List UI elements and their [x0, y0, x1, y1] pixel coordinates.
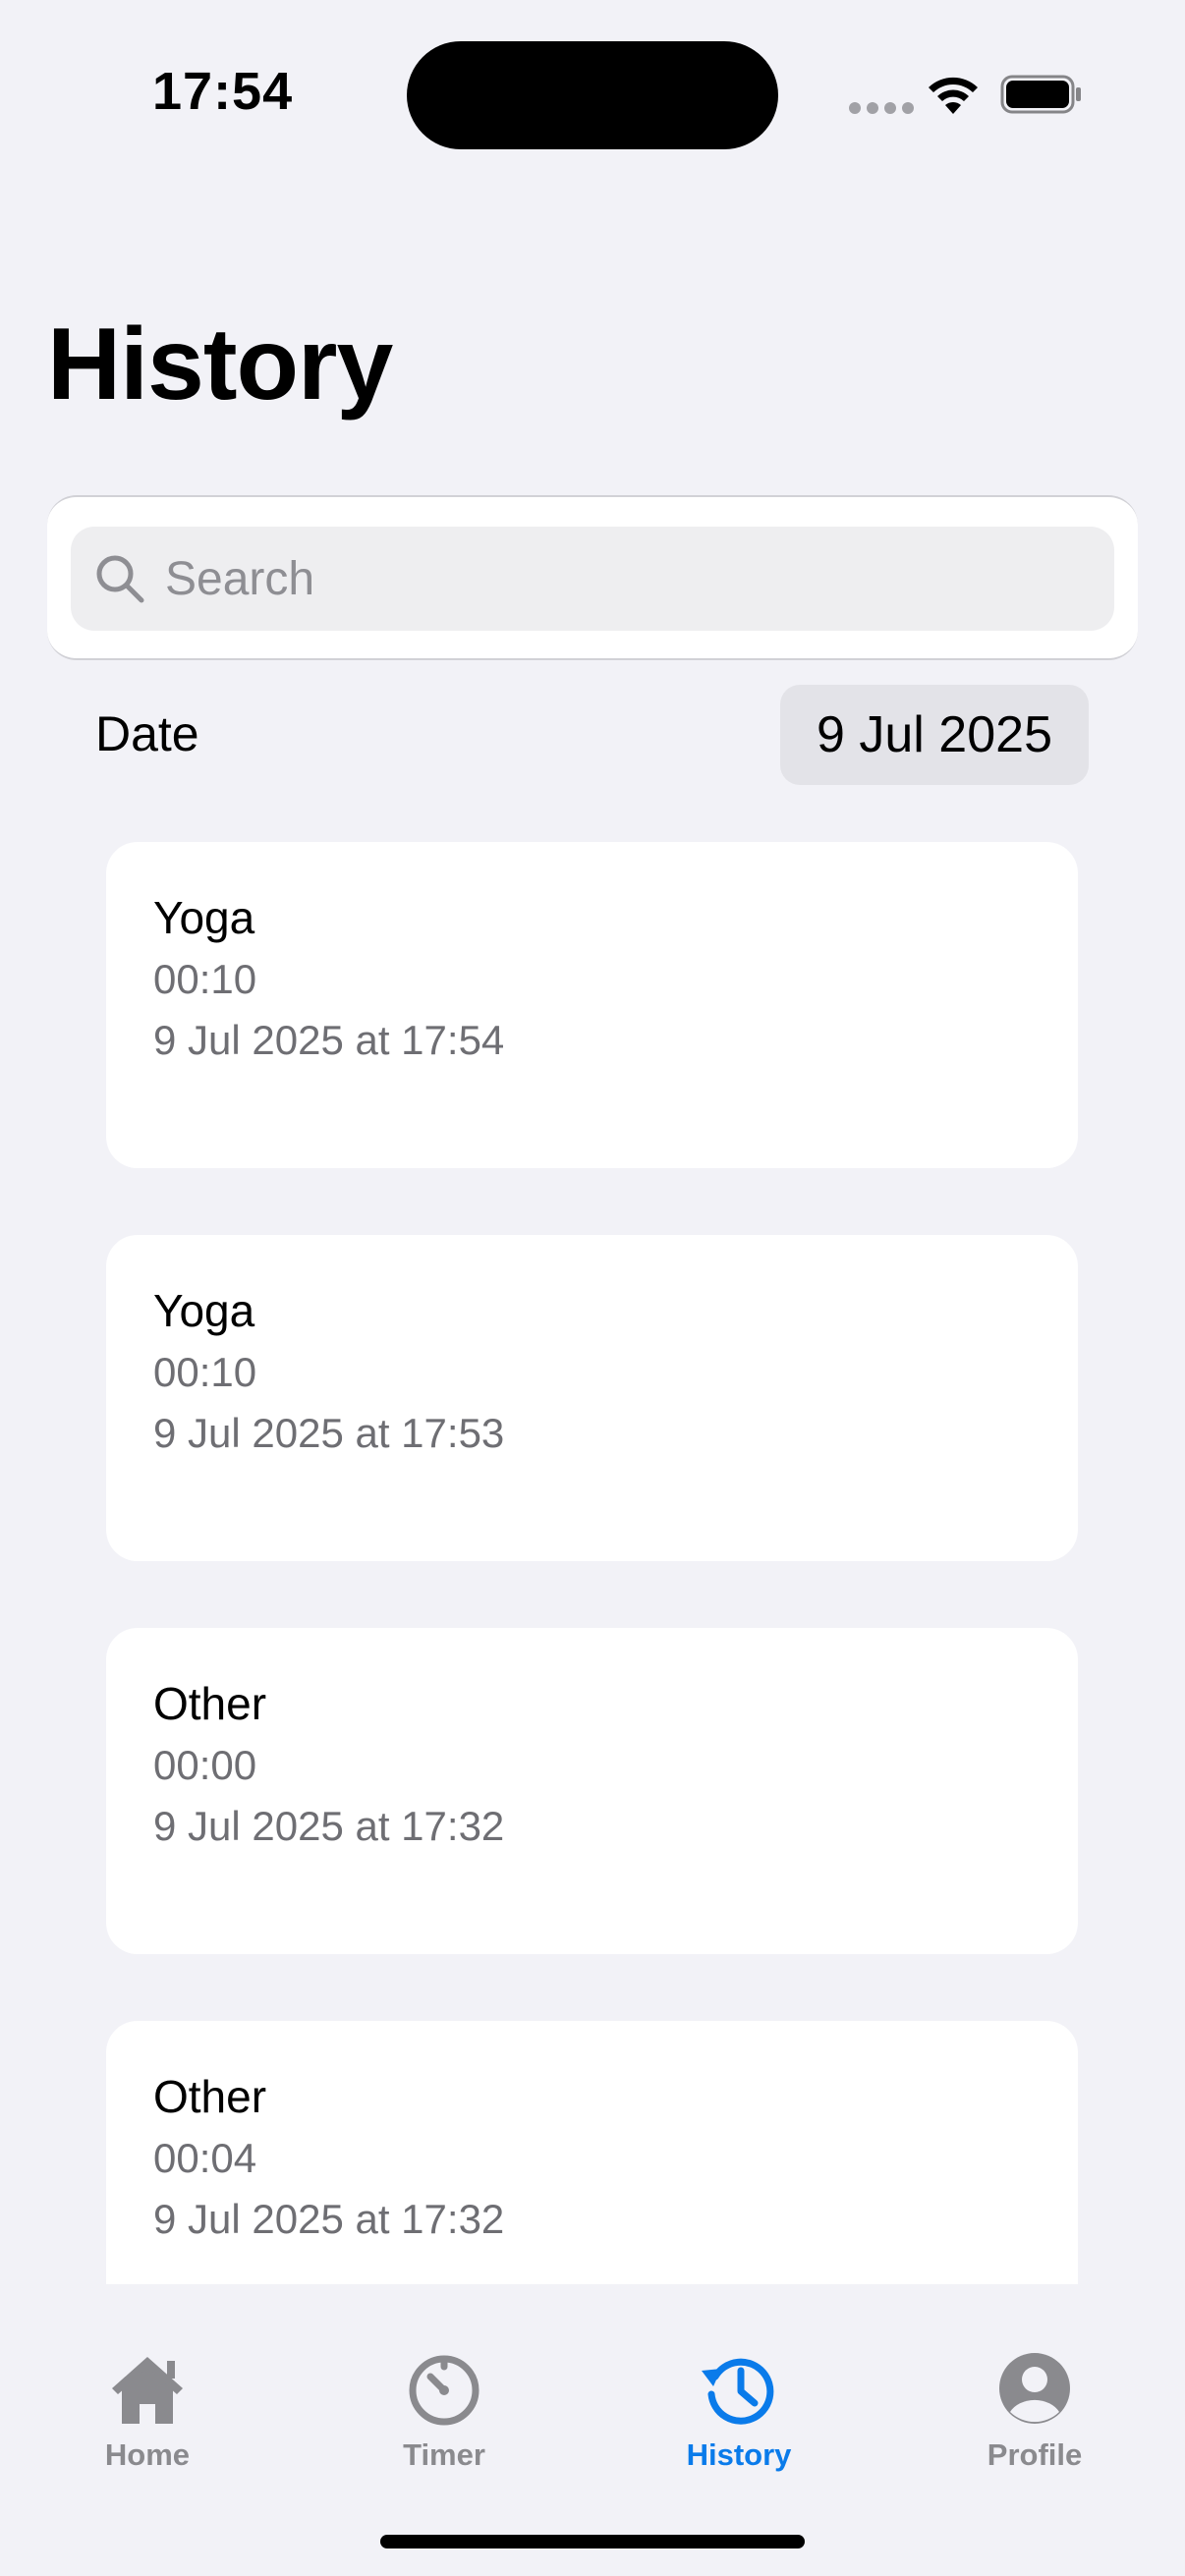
- session-title: Other: [153, 2071, 267, 2122]
- session-datetime: 9 Jul 2025 at 17:53: [153, 1410, 505, 1456]
- tab-bar: Home Timer History Profile: [0, 2284, 1185, 2576]
- session-title: Yoga: [153, 892, 255, 943]
- search-icon: [96, 555, 144, 603]
- home-indicator: [380, 2535, 805, 2548]
- session-title: Yoga: [153, 1285, 255, 1336]
- session-duration: 00:10: [153, 1349, 257, 1395]
- search-input[interactable]: [163, 550, 1051, 607]
- history-list[interactable]: Yoga 00:10 9 Jul 2025 at 17:54 Yoga 00:1…: [0, 825, 1185, 2284]
- wifi-icon: [929, 77, 978, 114]
- house-icon: [112, 2357, 183, 2424]
- session-duration: 00:10: [153, 956, 257, 1002]
- session-card[interactable]: Other 00:04 9 Jul 2025 at 17:32: [106, 2021, 1078, 2284]
- session-card[interactable]: Yoga 00:10 9 Jul 2025 at 17:54: [106, 842, 1078, 1168]
- date-label: Date: [95, 706, 199, 761]
- session-card[interactable]: Other 00:00 9 Jul 2025 at 17:32: [106, 1628, 1078, 1954]
- session-card[interactable]: Yoga 00:10 9 Jul 2025 at 17:53: [106, 1235, 1078, 1561]
- search-container: [47, 495, 1138, 660]
- tab-timer[interactable]: Timer: [346, 2347, 542, 2494]
- date-picker-button[interactable]: 9 Jul 2025: [780, 685, 1089, 785]
- search-field[interactable]: [71, 527, 1114, 631]
- timer-icon: [409, 2355, 480, 2426]
- tab-label: Profile: [987, 2437, 1083, 2472]
- dynamic-island: [407, 41, 778, 149]
- session-datetime: 9 Jul 2025 at 17:32: [153, 2196, 505, 2242]
- session-datetime: 9 Jul 2025 at 17:54: [153, 1017, 505, 1063]
- history-icon: [702, 2358, 774, 2425]
- tab-home[interactable]: Home: [49, 2347, 246, 2494]
- cellular-signal-icon: [849, 102, 914, 114]
- session-datetime: 9 Jul 2025 at 17:32: [153, 1803, 505, 1849]
- status-bar: 17:54: [0, 0, 1185, 187]
- tab-label: Home: [104, 2437, 191, 2472]
- page-title: History: [47, 308, 393, 421]
- tab-label: Timer: [403, 2437, 485, 2472]
- tab-label: History: [686, 2437, 792, 2472]
- tab-history[interactable]: History: [641, 2347, 837, 2494]
- person-circle-icon: [999, 2353, 1070, 2424]
- tab-profile[interactable]: Profile: [936, 2347, 1133, 2494]
- status-time: 17:54: [152, 62, 294, 121]
- session-duration: 00:00: [153, 1742, 257, 1788]
- session-duration: 00:04: [153, 2135, 257, 2181]
- battery-icon: [1000, 75, 1081, 114]
- session-title: Other: [153, 1678, 267, 1729]
